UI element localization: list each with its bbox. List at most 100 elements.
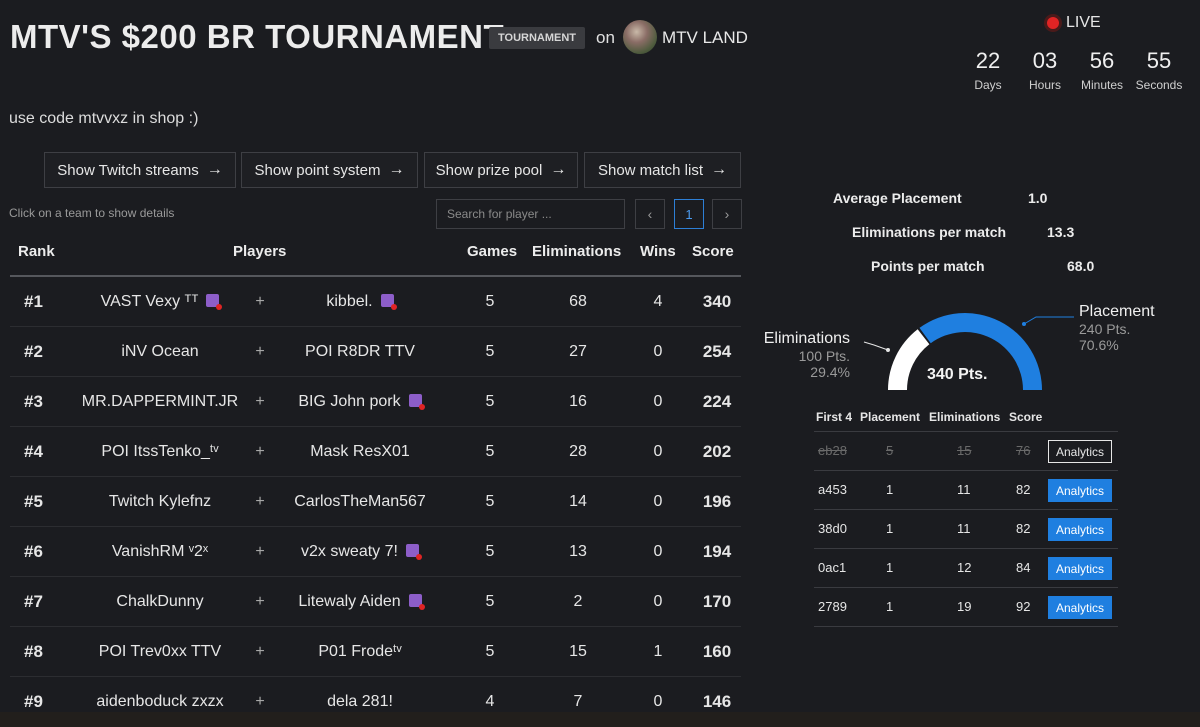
player-name: iNV Ocean	[121, 343, 199, 360]
wins-cell: 4	[653, 293, 663, 310]
countdown-value: 03	[1032, 48, 1058, 73]
stat-label: Points per match	[871, 258, 985, 274]
twitch-live-icon[interactable]	[408, 394, 425, 410]
eliminations-connector-dot	[886, 348, 890, 352]
player-2-cell[interactable]: POI R8DR TTV	[260, 327, 460, 377]
stat-label: Average Placement	[833, 190, 962, 206]
table-row[interactable]: #2 iNV Ocean + POI R8DR TTV 5 27 0 254	[10, 327, 741, 377]
description: use code mtvvxz in shop :)	[9, 110, 199, 127]
countdown-days: 22 Days	[958, 48, 1018, 92]
player-2-cell[interactable]: BIG John pork	[260, 377, 460, 427]
match-id-cell: 2789	[818, 599, 847, 614]
next-page-button[interactable]: ›	[712, 199, 742, 229]
games-cell: 5	[485, 443, 495, 460]
twitch-live-icon[interactable]	[380, 294, 397, 310]
player-2-cell[interactable]: CarlosTheMan567	[260, 477, 460, 527]
countdown-minutes: 56 Minutes	[1072, 48, 1132, 92]
table-row[interactable]: #3 MR.DAPPERMINT.JR + BIG John pork 5 16 0 224	[10, 377, 741, 427]
table-row[interactable]: #8 POI Trev0xx TTV + P01 Frodeᵗᵛ 5 15 1 160	[10, 627, 741, 677]
match-placement-cell: 5	[886, 443, 894, 458]
show-match-list-button[interactable]: Show match list →	[584, 152, 741, 188]
match-score-cell: 82	[1016, 482, 1031, 497]
match-eliminations-cell: 19	[957, 599, 972, 614]
player-2-cell[interactable]: P01 Frodeᵗᵛ	[260, 627, 460, 677]
stat-value: 68.0	[1067, 258, 1095, 274]
analytics-button[interactable]: Analytics	[1048, 479, 1112, 502]
match-placement-cell: 1	[886, 599, 894, 614]
col-header-eliminations: Eliminations	[532, 243, 622, 260]
organizer-name[interactable]: MTV LAND	[662, 28, 748, 48]
arrow-right-icon: →	[550, 161, 567, 178]
match-placement-cell: 1	[886, 560, 894, 575]
stat-value: 1.0	[1028, 190, 1048, 206]
analytics-button[interactable]: Analytics	[1048, 440, 1112, 463]
player-1-cell[interactable]: POI Trev0xx TTV	[60, 627, 260, 677]
wins-cell: 0	[653, 543, 663, 560]
player-1-cell[interactable]: ChalkDunny	[60, 577, 260, 627]
table-row[interactable]: #6 VanishRM ᵛ2ˣ + v2x sweaty 7! 5 13 0 194	[10, 527, 741, 577]
games-cell: 5	[485, 343, 495, 360]
prev-page-button[interactable]: ‹	[635, 199, 665, 229]
table-hint: Click on a team to show details	[9, 206, 175, 220]
table-row[interactable]: #7 ChalkDunny + Litewaly Aiden 5 2 0 170	[10, 577, 741, 627]
match-col-eliminations: Eliminations	[929, 410, 1001, 424]
player-name: Twitch Kylefnz	[108, 493, 212, 510]
match-eliminations-cell: 11	[957, 482, 971, 497]
match-score-cell: 84	[1016, 560, 1031, 575]
twitch-live-icon[interactable]	[405, 544, 422, 560]
wins-cell: 0	[653, 343, 663, 360]
match-row: 38d0 1 11 82 Analytics	[814, 510, 1118, 549]
eliminations-legend: Eliminations 100 Pts. 29.4%	[760, 330, 850, 380]
eliminations-cell: 68	[569, 293, 587, 310]
player-name: P01 Frodeᵗᵛ	[318, 643, 402, 660]
twitch-live-icon[interactable]	[408, 594, 425, 610]
player-1-cell[interactable]: Twitch Kylefnz	[60, 477, 260, 527]
player-name: POI ItssTenko_ᵗᵛ	[101, 443, 219, 460]
page-1-button[interactable]: 1	[674, 199, 704, 229]
player-2-cell[interactable]: v2x sweaty 7!	[260, 527, 460, 577]
player-name: kibbel.	[326, 293, 373, 310]
organizer-avatar[interactable]	[623, 20, 657, 54]
twitch-live-icon[interactable]	[206, 294, 223, 310]
total-points: 340 Pts.	[927, 366, 988, 383]
countdown-label: Days	[974, 78, 1002, 92]
player-2-cell[interactable]: Litewaly Aiden	[260, 577, 460, 627]
table-row[interactable]: #5 Twitch Kylefnz + CarlosTheMan567 5 14 0 196	[10, 477, 741, 527]
arrow-right-icon: →	[388, 161, 405, 178]
player-1-cell[interactable]: POI ItssTenko_ᵗᵛ	[60, 427, 260, 477]
placement-connector-dot	[1022, 322, 1026, 326]
countdown-value: 56	[1089, 48, 1115, 73]
player-1-cell[interactable]: iNV Ocean	[60, 327, 260, 377]
show-point-system-button[interactable]: Show point system →	[241, 152, 418, 188]
analytics-button[interactable]: Analytics	[1048, 596, 1112, 619]
col-header-rank: Rank	[18, 243, 55, 260]
show-twitch-streams-button[interactable]: Show Twitch streams →	[44, 152, 236, 188]
table-row[interactable]: #1 VAST Vexy ᵀᵀ + kibbel. 5 68 4 340	[10, 277, 741, 327]
legend-percent: 29.4%	[810, 364, 850, 380]
player-search-input[interactable]	[436, 199, 625, 229]
match-score-cell: 82	[1016, 521, 1031, 536]
eliminations-cell: 13	[569, 543, 587, 560]
match-row: 2789 1 19 92 Analytics	[814, 588, 1118, 627]
wins-cell: 1	[653, 643, 663, 660]
analytics-button[interactable]: Analytics	[1048, 557, 1112, 580]
player-2-cell[interactable]: Mask ResX01	[260, 427, 460, 477]
table-row[interactable]: #4 POI ItssTenko_ᵗᵛ + Mask ResX01 5 28 0 202	[10, 427, 741, 477]
player-1-cell[interactable]: MR.DAPPERMINT.JR	[60, 377, 260, 427]
player-1-cell[interactable]: VAST Vexy ᵀᵀ	[60, 277, 260, 327]
countdown-value: 55	[1146, 48, 1172, 73]
rank-cell: #6	[24, 542, 43, 561]
analytics-button[interactable]: Analytics	[1048, 518, 1112, 541]
games-cell: 5	[485, 293, 495, 310]
games-cell: 5	[485, 493, 495, 510]
player-name: v2x sweaty 7!	[301, 543, 398, 560]
col-header-score: Score	[692, 243, 734, 260]
show-prize-pool-button[interactable]: Show prize pool →	[424, 152, 578, 188]
match-col-first4: First 4	[816, 410, 853, 424]
games-cell: 5	[485, 393, 495, 410]
player-2-cell[interactable]: kibbel.	[260, 277, 460, 327]
live-indicator-icon	[1047, 17, 1059, 29]
player-1-cell[interactable]: VanishRM ᵛ2ˣ	[60, 527, 260, 577]
player-name: VAST Vexy ᵀᵀ	[100, 293, 199, 310]
button-label: Show point system	[254, 161, 381, 179]
